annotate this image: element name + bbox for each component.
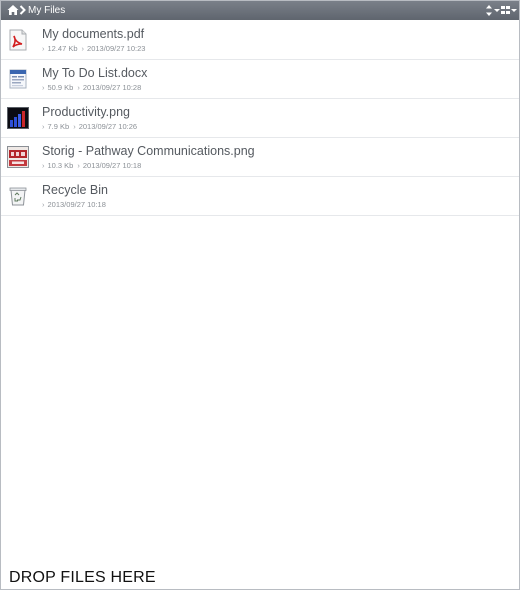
file-date: 2013/09/27 10:28: [82, 83, 142, 92]
file-row[interactable]: Productivity.png › 7.9 Kb › 2013/09/27 10:2…: [1, 99, 519, 138]
file-name[interactable]: Productivity.png: [42, 105, 130, 120]
file-row[interactable]: My documents.pdf › 12.47 Kb › 2013/09/27 10…: [1, 21, 519, 60]
file-date: 2013/09/27 10:23: [87, 44, 146, 53]
file-date: 2013/09/27 10:18: [47, 200, 106, 209]
png-storig-thumbnail-icon: [7, 146, 29, 168]
grid-view-icon[interactable]: [501, 4, 517, 17]
file-size: 12.47 Kb: [47, 44, 78, 53]
file-name[interactable]: My documents.pdf: [42, 27, 144, 42]
breadcrumb-bar: My Files: [1, 1, 519, 20]
file-name[interactable]: Storig - Pathway Communications.png: [42, 144, 255, 159]
file-manager-panel: My Files My documents.pdf › 12.47 Kb › 2013…: [0, 0, 520, 590]
file-list: My documents.pdf › 12.47 Kb › 2013/09/27 10…: [1, 21, 519, 216]
file-date: 2013/09/27 10:26: [78, 122, 138, 131]
breadcrumb-current[interactable]: My Files: [28, 4, 65, 17]
file-row[interactable]: Recycle Bin › 2013/09/27 10:18: [1, 177, 519, 216]
drop-files-zone[interactable]: DROP FILES HERE: [9, 569, 156, 587]
recycle-bin-icon: [9, 187, 27, 206]
pdf-file-icon: [9, 29, 27, 51]
file-meta: › 10.3 Kb › 2013/09/27 10:18: [42, 161, 142, 170]
docx-file-icon: [9, 69, 27, 89]
file-size: 10.3 Kb: [47, 161, 74, 170]
file-size: 50.9 Kb: [47, 83, 74, 92]
file-meta: › 12.47 Kb › 2013/09/27 10:23: [42, 44, 146, 53]
file-meta: › 7.9 Kb › 2013/09/27 10:26: [42, 122, 138, 131]
chevron-right-icon: [19, 5, 26, 15]
file-row[interactable]: My To Do List.docx › 50.9 Kb › 2013/09/27 1…: [1, 60, 519, 99]
file-name[interactable]: My To Do List.docx: [42, 66, 147, 81]
sort-icon[interactable]: [486, 4, 500, 17]
file-date: 2013/09/27 10:18: [82, 161, 142, 170]
file-row[interactable]: Storig - Pathway Communications.png › 10.…: [1, 138, 519, 177]
home-icon[interactable]: [7, 4, 19, 16]
file-meta: › 50.9 Kb › 2013/09/27 10:28: [42, 83, 142, 92]
file-meta: › 2013/09/27 10:18: [42, 200, 106, 209]
file-size: 7.9 Kb: [47, 122, 70, 131]
png-chart-thumbnail-icon: [7, 107, 29, 129]
file-name[interactable]: Recycle Bin: [42, 183, 108, 198]
